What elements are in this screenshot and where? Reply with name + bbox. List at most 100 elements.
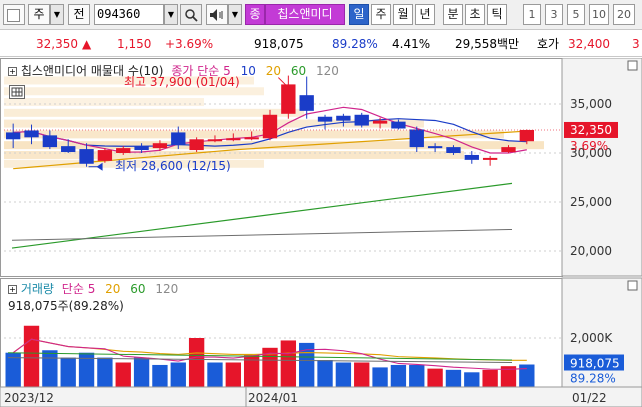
current-pct-axis-label: 3.69% [570, 139, 608, 153]
candle [464, 154, 479, 160]
volume-bar [42, 350, 58, 387]
volume-legend-expand-icon[interactable]: + [8, 285, 17, 294]
volume-bar [482, 369, 498, 387]
volume-bar [519, 364, 535, 387]
period-select-dropdown-icon[interactable]: ▼ [50, 4, 64, 25]
period-select[interactable]: 주 [28, 4, 50, 25]
candle [391, 121, 406, 129]
current-price: 32,350 [36, 37, 78, 51]
price-legend-expand-icon[interactable]: + [8, 67, 17, 76]
candle [446, 147, 461, 153]
grid-icon[interactable] [9, 85, 25, 99]
vol-ma-60-label: 60 [130, 282, 146, 296]
candle [336, 115, 351, 121]
volume-bar [133, 357, 150, 387]
volume-bar [427, 368, 443, 387]
volume-bar [335, 362, 352, 387]
date-axis-frame [0, 386, 642, 407]
low-price-label: 최저 28,600 (12/15) [115, 159, 231, 173]
ma-60-label: 60 [290, 64, 307, 78]
quote-extra-value: 3 [632, 37, 640, 51]
price-volume-chart[interactable]: 35,00030,00025,00020,00032,3503.69%2,000… [0, 58, 642, 407]
volume-bar [317, 360, 333, 387]
candle [372, 120, 388, 124]
volume-text: 918,075주(89.28%) [8, 299, 124, 313]
price-axis-label: 20,000 [570, 244, 612, 258]
candle [79, 149, 94, 164]
volume-bar [372, 367, 388, 387]
sound-icon[interactable] [206, 4, 228, 25]
period-tab-year[interactable]: 년 [415, 4, 435, 25]
period-tab-week[interactable]: 주 [371, 4, 391, 25]
interval-button-5[interactable]: 5 [567, 4, 585, 25]
stock-code-dropdown-icon[interactable]: ▼ [164, 4, 178, 25]
volume-bar [60, 357, 76, 387]
period-tab-day[interactable]: 일 [349, 4, 369, 25]
vol-ma-20-label: 20 [105, 282, 121, 296]
candle [24, 130, 39, 138]
candle [281, 84, 296, 114]
toolbar-checkbox-frame[interactable] [3, 4, 25, 25]
candle [244, 137, 259, 140]
volume-profile-band [4, 98, 204, 107]
high-price-label: 최고 37,900 (01/04) [124, 75, 240, 89]
stock-code-input[interactable]: 094360 [94, 4, 164, 25]
sound-dropdown-icon[interactable]: ▼ [228, 4, 242, 25]
period-tab-month[interactable]: 월 [393, 4, 413, 25]
volume-bar [225, 362, 241, 387]
prev-button[interactable]: 전 [68, 4, 90, 25]
price-change-pct: +3.69% [165, 37, 214, 51]
volume-legend-name: 거래량 [20, 282, 54, 296]
candle [116, 148, 131, 153]
current-volume-pct-label: 89.28% [570, 372, 616, 386]
ma-10-label: 10 [240, 64, 256, 78]
volume-value: 918,075 [254, 37, 304, 51]
candle [171, 132, 186, 146]
candle [427, 146, 443, 149]
price-axis-label: 35,000 [570, 97, 612, 111]
date-label: 01/22 [572, 391, 607, 405]
trade-amount: 29,558백만 [455, 37, 520, 51]
candle [42, 135, 58, 148]
volume-bar [115, 362, 131, 387]
candle [189, 139, 204, 151]
current-price-axis-label: 32,350 [570, 123, 612, 137]
search-icon[interactable] [180, 4, 202, 25]
date-label: 2024/01 [248, 391, 298, 405]
option-checkbox[interactable] [7, 9, 20, 22]
volume-bar [207, 362, 223, 387]
candle [409, 129, 424, 148]
period-tab-tick[interactable]: 틱 [487, 4, 507, 25]
volume-bar [409, 364, 425, 387]
candle [482, 157, 498, 160]
ma-120-label: 120 [315, 64, 339, 78]
volume-profile-band [4, 108, 304, 117]
stock-type-badge: 종 [245, 4, 265, 25]
turnover-rate: 4.41% [392, 37, 431, 51]
candle [226, 138, 241, 141]
volume-bar [464, 372, 480, 387]
ma-20-label: 20 [265, 64, 281, 78]
stock-name-label: 칩스앤미디 [265, 4, 345, 25]
interval-button-3[interactable]: 3 [545, 4, 563, 25]
volume-bar [97, 357, 113, 387]
volume-ratio: 89.28% [332, 37, 378, 51]
candle [6, 132, 21, 140]
up-arrow-icon: ▲ [82, 37, 92, 51]
candle [299, 95, 314, 111]
interval-button-20[interactable]: 20 [613, 4, 635, 25]
period-tab-second[interactable]: 초 [465, 4, 485, 25]
candle [207, 139, 223, 142]
interval-button-1[interactable]: 1 [523, 4, 541, 25]
price-pane-toggle-icon [627, 60, 638, 71]
candle [134, 146, 149, 151]
volume-bar [152, 364, 168, 387]
candle [97, 150, 113, 161]
chart-area[interactable]: 35,000 30,000 25,000 20,000 32,350 3.69% 2,000… [0, 58, 642, 407]
candle [152, 143, 168, 149]
interval-button-10[interactable]: 10 [589, 4, 609, 25]
bid-label: 호가 [537, 37, 560, 51]
toolbar: 주 ▼ 전 094360 ▼ ▼ 종 칩스앤미디 일 주 월 년 분 초 틱 1… [0, 0, 642, 30]
period-tab-minute[interactable]: 분 [443, 4, 463, 25]
candle [501, 147, 516, 153]
